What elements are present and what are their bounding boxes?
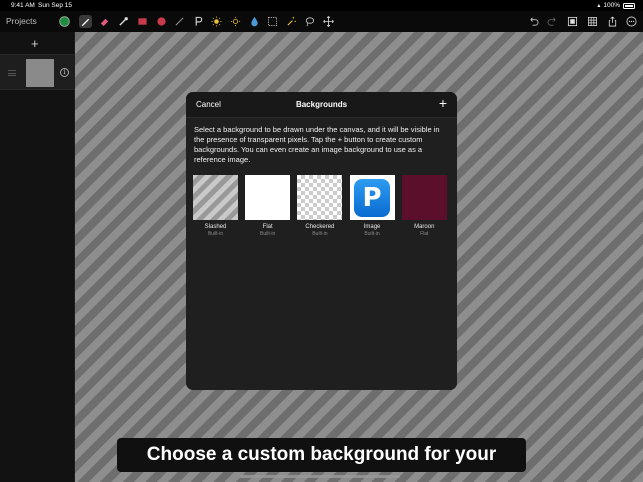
redo-icon[interactable] — [546, 15, 559, 28]
grid-icon[interactable] — [586, 15, 599, 28]
image-thumbnail[interactable]: P — [349, 175, 395, 220]
background-name: Checkered — [305, 224, 335, 230]
background-name: Slashed — [204, 224, 227, 230]
projects-button[interactable]: Projects — [6, 16, 37, 26]
background-name: Flat — [262, 224, 273, 230]
fill-icon[interactable] — [248, 15, 261, 28]
modal-description: Select a background to be drawn under th… — [194, 125, 440, 164]
wifi-icon: ▴ — [597, 3, 601, 9]
add-background-button[interactable]: + — [439, 96, 447, 110]
battery-icon — [623, 2, 635, 9]
brightness-icon[interactable] — [210, 15, 223, 28]
rectangle-icon[interactable] — [136, 15, 149, 28]
background-name: Maroon — [414, 224, 435, 230]
background-subtitle: Built-in — [364, 231, 380, 237]
lasso-icon[interactable] — [303, 15, 316, 28]
battery-percent: 100% — [603, 2, 620, 9]
backgrounds-modal: Cancel Backgrounds + Select a background… — [186, 92, 457, 390]
modal-title: Backgrounds — [295, 100, 348, 109]
background-option-checkered[interactable]: Checkered Built-in — [297, 175, 343, 237]
background-subtitle: Built-in — [207, 231, 224, 237]
background-subtitle: Built-in — [312, 231, 328, 237]
background-option-image[interactable]: P Image Built-in — [349, 175, 395, 237]
contrast-icon[interactable] — [229, 15, 242, 28]
undo-icon[interactable] — [527, 15, 540, 28]
background-subtitle: Built-in — [260, 231, 276, 237]
ellipse-icon[interactable] — [155, 15, 168, 28]
background-list: Slashed Built-in Flat Built-in Checkered… — [193, 175, 454, 237]
text-icon[interactable] — [192, 15, 205, 28]
slashed-thumbnail[interactable] — [193, 175, 238, 220]
add-layer-button[interactable]: + — [31, 37, 39, 50]
eraser-icon[interactable] — [98, 15, 111, 28]
caption-banner: Choose a custom background for your canv… — [117, 438, 526, 482]
maroon-thumbnail[interactable] — [401, 175, 447, 220]
background-subtitle: Flat — [420, 231, 429, 237]
share-icon[interactable] — [606, 15, 619, 28]
background-option-slashed[interactable]: Slashed Built-in — [193, 175, 238, 237]
modal-header: Cancel Backgrounds + — [186, 92, 457, 118]
top-toolbar: Projects — [0, 11, 643, 32]
layers-sidebar: + i — [0, 32, 75, 482]
drag-handle-icon[interactable] — [8, 70, 16, 76]
flat-thumbnail[interactable] — [245, 175, 291, 220]
brush-icon[interactable] — [79, 15, 92, 28]
layer-thumbnail — [26, 59, 54, 87]
layer-row[interactable]: i — [0, 54, 75, 90]
eyedropper-icon[interactable] — [117, 15, 130, 28]
home-indicator — [240, 475, 400, 478]
background-option-maroon[interactable]: Maroon Flat — [401, 175, 447, 237]
status-date: Sun Sep 15 — [38, 2, 72, 9]
app-logo-icon: P — [354, 178, 391, 217]
selection-icon[interactable] — [266, 15, 279, 28]
magic-wand-icon[interactable] — [285, 15, 298, 28]
background-option-flat[interactable]: Flat Built-in — [245, 175, 291, 237]
checkered-thumbnail[interactable] — [297, 175, 343, 220]
status-bar: 9:41 AM Sun Sep 15 ▴ 100% — [0, 0, 643, 11]
status-right: ▴ 100% — [597, 2, 635, 9]
more-icon[interactable] — [625, 15, 638, 28]
line-icon[interactable] — [173, 15, 186, 28]
canvas-icon[interactable] — [566, 15, 579, 28]
move-icon[interactable] — [322, 15, 335, 28]
status-time: 9:41 AM — [11, 2, 35, 9]
color-swatch-button[interactable] — [58, 15, 71, 28]
info-icon[interactable]: i — [60, 68, 69, 77]
background-name: Image — [363, 224, 381, 230]
